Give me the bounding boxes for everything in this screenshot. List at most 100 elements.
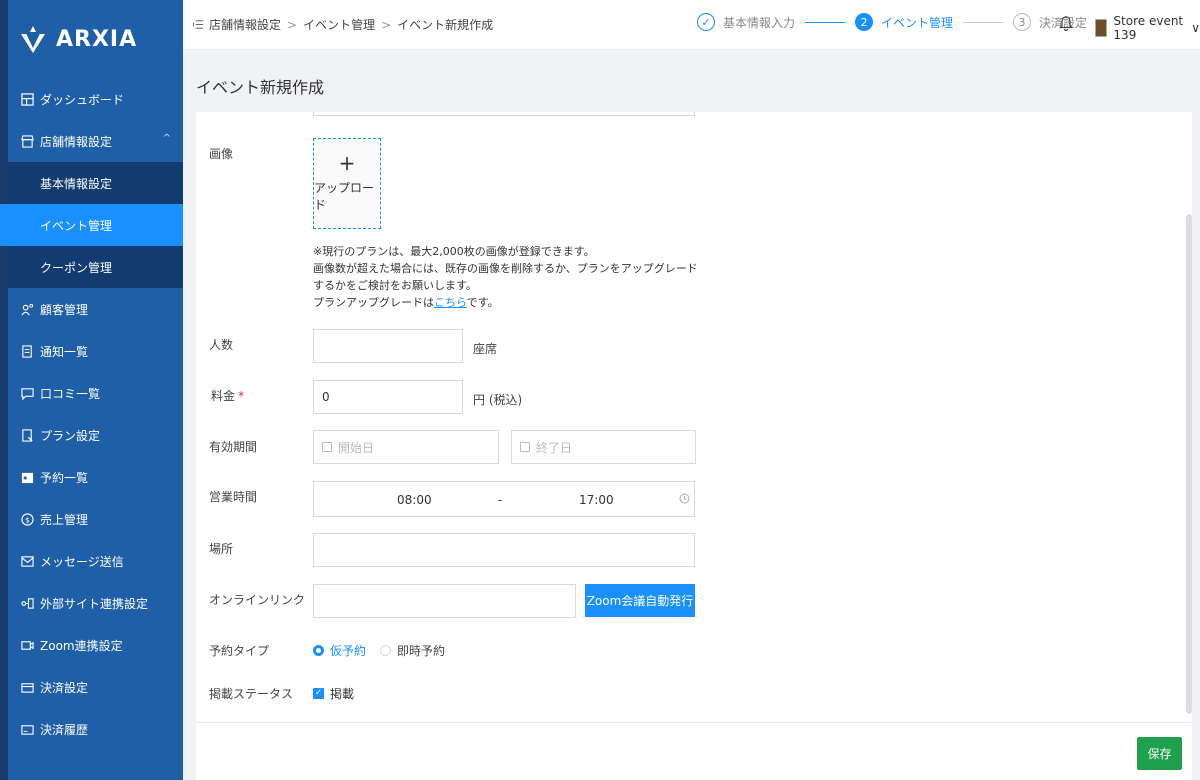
sidebar-item-payment-settings[interactable]: 決済設定 [0,666,183,708]
bell-icon[interactable] [1059,15,1073,31]
sidebar-item-label: ダッシュボード [40,92,125,107]
note-line: プランアップグレードはこちらです。 [313,294,703,311]
hours-separator: - [498,493,503,507]
price-value: 0 [322,390,330,404]
payment-history-icon [20,722,34,736]
capacity-label: 人数 [209,338,234,352]
logo-text: ARXIA [56,26,138,52]
step-basic-info[interactable]: ✓ 基本情報入力 [697,13,795,31]
sidebar-item-label: プラン設定 [40,428,101,443]
start-date-placeholder: 開始日 [338,440,375,455]
sidebar-item-coupon-management[interactable]: クーポン管理 [0,246,183,288]
price-suffix: 円 (税込) [473,393,523,407]
sidebar-item-payment-history[interactable]: 決済履歴 [0,708,183,750]
zoom-auto-issue-button[interactable]: Zoom会議自動発行 [585,584,695,617]
upload-label: アップロード [314,180,375,212]
sidebar-item-store-settings[interactable]: 店舗情報設定 ^ [0,120,183,162]
notification-list-icon [20,344,34,358]
step-label: 基本情報入力 [723,15,796,30]
sidebar-item-label: 売上管理 [40,512,89,527]
business-hours-picker[interactable]: 08:00 - 17:00 [313,481,695,517]
hours-start: 08:00 [397,493,432,507]
plan-upgrade-link[interactable]: こちら [434,296,467,309]
breadcrumb-item-event-management[interactable]: イベント管理 [303,16,375,33]
menu-fold-icon[interactable] [191,18,205,32]
sidebar-item-label: 顧客管理 [40,302,89,317]
radio-provisional[interactable]: 仮予約 [313,642,366,659]
required-mark: * [238,389,245,403]
place-label: 場所 [209,542,234,556]
logo[interactable]: ARXIA [0,0,183,78]
store-icon [20,134,34,148]
price-input[interactable]: 0 [313,380,463,414]
breadcrumb: 店舗情報設定 > イベント管理 > イベント新規作成 [209,16,493,33]
sidebar-item-label: Zoom連携設定 [40,638,123,653]
sidebar-item-reviews[interactable]: 口コミ一覧 [0,372,183,414]
publish-checkbox[interactable]: ✓ 掲載 [313,685,354,702]
place-input[interactable] [313,533,695,567]
sidebar-item-customers[interactable]: 顧客管理 [0,288,183,330]
sidebar-item-notifications[interactable]: 通知一覧 [0,330,183,372]
chevron-down-icon: ∨ [1191,21,1200,35]
chevron-right-icon: > [381,17,392,32]
start-date-input[interactable]: 開始日 [313,430,499,464]
event-form: 画像 + アップロード ※現行のプランは、最大2,000枚の画像が登録できます。… [196,112,1192,722]
end-date-input[interactable]: 終了日 [511,430,696,464]
sidebar-item-label: クーポン管理 [40,260,113,275]
plus-icon: + [338,150,356,175]
sidebar-item-label: イベント管理 [40,218,113,233]
end-date-placeholder: 終了日 [536,440,573,455]
capacity-input[interactable] [313,329,463,363]
sidebar-item-label: 外部サイト連携設定 [40,596,149,611]
user-menu[interactable]: Store event 139 ∨ [1095,14,1200,42]
sidebar-item-basic-info[interactable]: 基本情報設定 [0,162,183,204]
breadcrumb-item-store-settings[interactable]: 店舗情報設定 [209,16,281,33]
image-plan-note: ※現行のプランは、最大2,000枚の画像が登録できます。 画像数が超えた場合には… [313,243,703,311]
step-payment[interactable]: 3 決済設定 [1013,13,1087,31]
calendar-icon [520,442,530,452]
step-number: 2 [855,13,874,31]
calendar-icon [322,442,332,452]
save-button[interactable]: 保存 [1137,737,1182,770]
online-link-input[interactable] [313,584,576,618]
sidebar-item-reservations[interactable]: 予約一覧 [0,456,183,498]
sidebar-item-external-sites[interactable]: 外部サイト連携設定 [0,582,183,624]
payment-icon [20,680,34,694]
scrollbar[interactable] [1186,214,1192,714]
image-upload-button[interactable]: + アップロード [313,138,381,229]
sidebar-item-event-management[interactable]: イベント管理 [0,204,183,246]
sales-icon: $ [20,512,34,526]
price-label-text: 料金 [211,389,236,403]
sidebar-item-label: 基本情報設定 [40,176,113,191]
radio-instant[interactable]: 即時予約 [380,642,445,659]
note-text: プランアップグレードは [313,296,434,309]
period-label: 有効期間 [209,440,258,454]
sidebar: ARXIA ダッシュボード 店舗情報設定 ^ 基本情報設定 イベント管理 クーポ… [0,0,183,780]
user-name: Store event 139 [1113,14,1184,42]
sidebar-item-label: メッセージ送信 [40,554,124,569]
step-connector [805,21,846,23]
chevron-right-icon: > [287,17,298,32]
store-submenu: 基本情報設定 イベント管理 クーポン管理 [0,162,183,288]
step-connector [963,21,1004,23]
sidebar-item-label: 決済設定 [40,680,89,695]
sidebar-item-zoom[interactable]: Zoom連携設定 [0,624,183,666]
sidebar-item-label: 予約一覧 [40,470,89,485]
dashboard-icon [20,92,34,106]
sidebar-item-sales[interactable]: $ 売上管理 [0,498,183,540]
hours-label: 営業時間 [209,490,258,504]
sidebar-item-dashboard[interactable]: ダッシュボード [0,78,183,120]
description-textarea[interactable] [313,112,695,116]
sidebar-item-label: 決済履歴 [40,722,89,737]
footer-bar [196,722,1192,780]
sidebar-item-messages[interactable]: メッセージ送信 [0,540,183,582]
radio-dot [313,645,324,656]
hours-end: 17:00 [579,493,614,507]
step-event-management[interactable]: 2 イベント管理 [855,13,953,31]
radio-label: 仮予約 [330,644,367,658]
checkbox-label: 掲載 [330,687,355,701]
sidebar-item-plans[interactable]: プラン設定 [0,414,183,456]
svg-text:$: $ [25,515,30,524]
plan-icon [20,428,34,442]
check-icon: ✓ [313,688,324,699]
